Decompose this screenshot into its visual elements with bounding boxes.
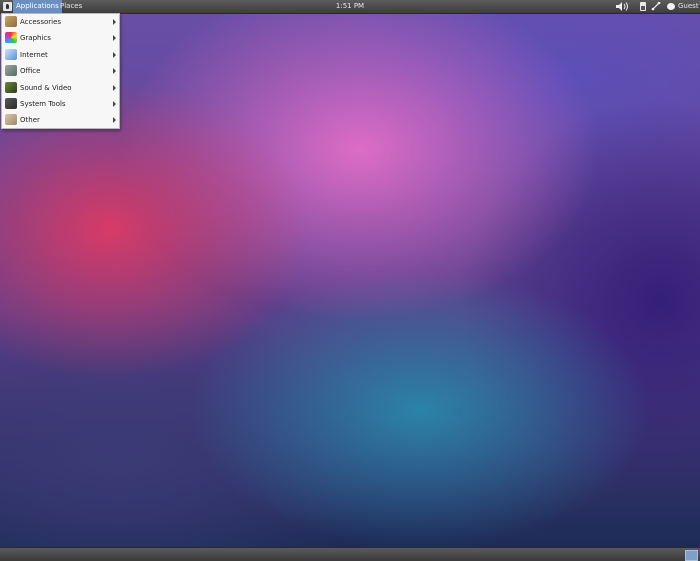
- menu-item-other[interactable]: Other: [2, 112, 119, 128]
- applications-menu-button[interactable]: Applications: [13, 0, 62, 13]
- workspace-switcher-icon[interactable]: [685, 550, 698, 561]
- distro-logo-icon[interactable]: [3, 2, 12, 11]
- clock[interactable]: 1:51 PM: [336, 2, 364, 10]
- other-icon: [5, 114, 17, 125]
- submenu-arrow-icon: [113, 85, 116, 91]
- submenu-arrow-icon: [113, 68, 116, 74]
- menu-item-label: Office: [20, 67, 41, 75]
- menu-item-label: Sound & Video: [20, 84, 72, 92]
- internet-icon: [5, 49, 17, 60]
- menu-item-graphics[interactable]: Graphics: [2, 30, 119, 46]
- submenu-arrow-icon: [113, 101, 116, 107]
- menu-item-office[interactable]: Office: [2, 63, 119, 79]
- menu-item-accessories[interactable]: Accessories: [2, 14, 119, 30]
- menu-item-system-tools[interactable]: System Tools: [2, 96, 119, 112]
- graphics-icon: [5, 32, 17, 43]
- submenu-arrow-icon: [113, 35, 116, 41]
- accessories-icon: [5, 16, 17, 27]
- applications-menu: Accessories Graphics Internet Office Sou…: [1, 13, 120, 129]
- menu-item-sound-video[interactable]: Sound & Video: [2, 80, 119, 96]
- system-tools-icon: [5, 98, 17, 109]
- submenu-arrow-icon: [113, 52, 116, 58]
- menu-item-label: System Tools: [20, 100, 66, 108]
- bottom-panel: [0, 547, 700, 561]
- sound-video-icon: [5, 82, 17, 93]
- menu-item-internet[interactable]: Internet: [2, 47, 119, 63]
- user-menu-label[interactable]: Guest: [678, 0, 699, 13]
- menu-item-label: Accessories: [20, 18, 62, 26]
- clock-container: 1:51 PM: [0, 0, 700, 13]
- user-status-icon[interactable]: [667, 3, 675, 10]
- menu-item-label: Internet: [20, 51, 48, 59]
- menu-item-label: Graphics: [20, 34, 51, 42]
- volume-icon[interactable]: [616, 0, 630, 13]
- menu-item-label: Other: [20, 116, 40, 124]
- battery-icon[interactable]: [640, 2, 646, 11]
- places-menu-button[interactable]: Places: [60, 0, 82, 13]
- submenu-arrow-icon: [113, 19, 116, 25]
- top-panel: Applications Places 1:51 PM Guest: [0, 0, 700, 14]
- office-icon: [5, 65, 17, 76]
- network-icon[interactable]: [651, 0, 661, 13]
- submenu-arrow-icon: [113, 117, 116, 123]
